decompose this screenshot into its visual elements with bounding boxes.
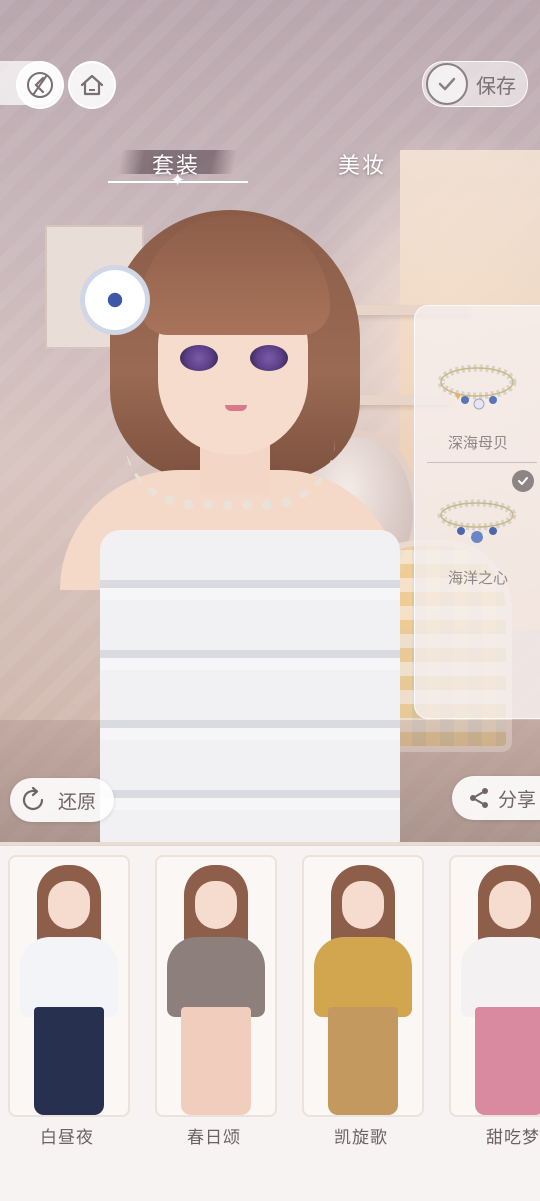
outfit-label: 甜吃梦 xyxy=(486,1128,540,1148)
restore-button[interactable]: 还原 xyxy=(10,778,114,822)
hair-flower-accessory xyxy=(80,265,150,335)
outfit-card[interactable] xyxy=(155,855,277,1117)
outfit-thumbnail xyxy=(304,857,422,1115)
outfit-label: 春日颂 xyxy=(187,1128,241,1148)
home-icon xyxy=(80,74,104,96)
sparkle-icon: ✦ xyxy=(170,170,186,191)
home-button[interactable] xyxy=(68,61,116,109)
outfit-card[interactable] xyxy=(8,855,130,1117)
back-icon xyxy=(27,72,53,98)
restore-button-label: 还原 xyxy=(58,790,97,813)
accessory-label: 海洋之心 xyxy=(447,569,508,587)
outfit-card[interactable] xyxy=(449,855,540,1117)
necklace-thumbnail-icon xyxy=(437,364,517,410)
accessory-item-selected[interactable]: 海洋之心 xyxy=(415,471,540,621)
necklace-thumbnail-icon xyxy=(437,499,517,543)
check-icon xyxy=(426,63,468,105)
refresh-icon xyxy=(16,783,50,817)
save-button[interactable]: 保存 xyxy=(422,61,528,107)
back-button[interactable] xyxy=(16,61,64,109)
character-model[interactable] xyxy=(40,205,420,845)
outfit-thumbnail xyxy=(157,857,275,1115)
tab-makeup[interactable]: 美妆 xyxy=(338,148,386,180)
outfit-card[interactable] xyxy=(302,855,424,1117)
share-icon xyxy=(464,783,494,813)
strip-divider xyxy=(0,842,540,845)
panel-divider xyxy=(427,462,537,463)
character-eye-right xyxy=(250,345,288,371)
character-eye-left xyxy=(180,345,218,371)
outfit-label: 凯旋歌 xyxy=(334,1128,388,1148)
accessory-label: 深海母贝 xyxy=(447,434,508,452)
outfit-thumbnail xyxy=(10,857,128,1115)
outfit-label: 白昼夜 xyxy=(40,1128,94,1148)
accessory-panel: 深海母贝 海洋之心 xyxy=(414,305,540,719)
accessory-item[interactable]: 深海母贝 xyxy=(415,336,540,486)
character-mouth xyxy=(225,405,247,411)
share-button-label: 分享 xyxy=(498,788,537,811)
save-button-label: 保存 xyxy=(476,73,516,98)
outfit-thumbnail xyxy=(451,857,540,1115)
selected-check-icon xyxy=(512,470,534,492)
character-dress xyxy=(100,530,400,845)
share-button[interactable]: 分享 xyxy=(452,776,540,820)
